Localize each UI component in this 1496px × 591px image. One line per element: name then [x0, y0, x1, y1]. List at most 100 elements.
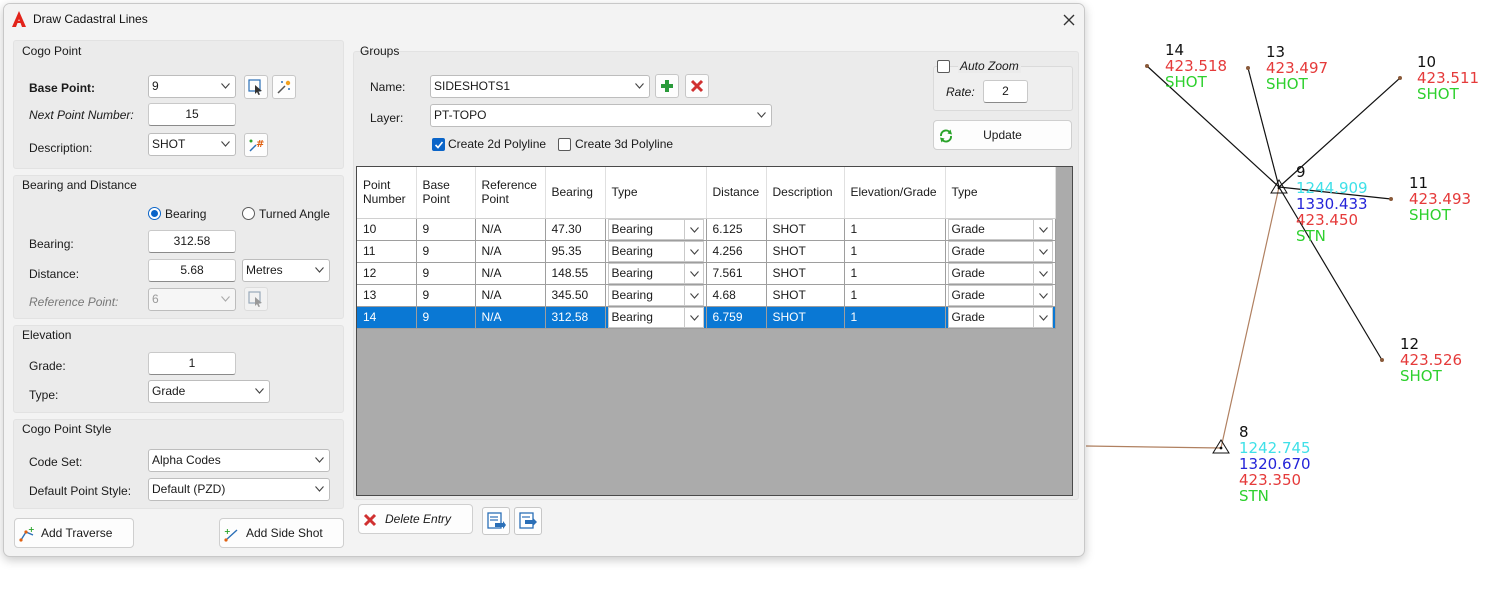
create-2d-polyline-label[interactable]: Create 2d Polyline — [448, 137, 546, 151]
pick-base-point-button[interactable] — [244, 75, 268, 99]
cell-reference-point[interactable]: N/A — [475, 240, 546, 263]
table-row[interactable]: 12 9 N/A 148.55 Bearing 7.561 SHOT 1 Grade — [357, 262, 1056, 285]
close-button[interactable] — [1056, 7, 1082, 33]
distance-field[interactable]: 5.68 — [148, 259, 236, 282]
cell-point-number[interactable]: 11 — [357, 240, 417, 263]
dialog-titlebar[interactable]: Draw Cadastral Lines — [4, 4, 1084, 34]
cell-distance[interactable]: 4.68 — [706, 284, 767, 307]
cell-bearing[interactable]: 148.55 — [545, 262, 606, 285]
cell-base-point[interactable]: 9 — [416, 218, 476, 241]
elevation-type-combo[interactable]: Grade — [947, 240, 1053, 261]
col-header-type[interactable]: Type — [605, 167, 707, 219]
cell-distance[interactable]: 6.759 — [706, 306, 767, 329]
col-header-description[interactable]: Description — [766, 167, 845, 219]
elevation-type-combo[interactable]: Grade — [148, 380, 270, 403]
cell-distance[interactable]: 6.125 — [706, 218, 767, 241]
cell-reference-point[interactable]: N/A — [475, 284, 546, 307]
cell-bearing[interactable]: 47.30 — [545, 218, 606, 241]
elevation-type-combo[interactable]: Grade — [947, 218, 1053, 239]
table-row[interactable]: 11 9 N/A 95.35 Bearing 4.256 SHOT 1 Grade — [357, 240, 1056, 263]
cell-base-point[interactable]: 9 — [416, 284, 476, 307]
cell-type[interactable]: Bearing — [605, 240, 707, 263]
distance-unit-combo[interactable]: Metres — [242, 259, 330, 282]
cell-elevation-type[interactable]: Grade — [945, 306, 1056, 329]
pick-reference-point-button[interactable] — [244, 287, 268, 311]
cell-type[interactable]: Bearing — [605, 306, 707, 329]
table-row[interactable]: 10 9 N/A 47.30 Bearing 6.125 SHOT 1 Grade — [357, 218, 1056, 241]
import-table-button[interactable] — [482, 507, 510, 535]
bearing-radio-label[interactable]: Bearing — [165, 207, 206, 221]
elevation-type-combo[interactable]: Grade — [947, 262, 1053, 283]
reference-point-combo[interactable]: 6 — [148, 288, 236, 311]
cell-point-number[interactable]: 14 — [357, 306, 417, 329]
rate-field[interactable]: 2 — [983, 80, 1028, 103]
cell-reference-point[interactable]: N/A — [475, 306, 546, 329]
add-traverse-button[interactable]: + Add Traverse — [14, 518, 134, 548]
col-header-point-number[interactable]: Point Number — [357, 167, 417, 219]
base-point-combo[interactable]: 9 — [148, 75, 236, 98]
create-3d-polyline-label[interactable]: Create 3d Polyline — [575, 137, 673, 151]
create-point-button[interactable] — [272, 75, 296, 99]
elevation-type-combo[interactable]: Grade — [947, 284, 1053, 305]
cell-elevation-type[interactable]: Grade — [945, 240, 1056, 263]
update-button[interactable]: Update — [933, 120, 1072, 150]
cell-point-number[interactable]: 13 — [357, 284, 417, 307]
point-marker-14[interactable] — [1145, 64, 1149, 68]
next-point-number-field[interactable]: 15 — [148, 103, 236, 126]
cell-type[interactable]: Bearing — [605, 262, 707, 285]
elevation-type-combo[interactable]: Grade — [947, 306, 1053, 327]
table-row[interactable]: 13 9 N/A 345.50 Bearing 4.68 SHOT 1 Grade — [357, 284, 1056, 307]
point-marker-11[interactable] — [1389, 197, 1393, 201]
cell-reference-point[interactable]: N/A — [475, 218, 546, 241]
cell-type[interactable]: Bearing — [605, 284, 707, 307]
point-marker-13[interactable] — [1246, 66, 1250, 70]
cell-distance[interactable]: 4.256 — [706, 240, 767, 263]
col-header-reference-point[interactable]: Reference Point — [475, 167, 546, 219]
col-header-elevation-type[interactable]: Type — [945, 167, 1056, 219]
cell-description[interactable]: SHOT — [766, 240, 845, 263]
cell-type[interactable]: Bearing — [605, 218, 707, 241]
cell-elevation-grade[interactable]: 1 — [844, 262, 946, 285]
type-combo[interactable]: Bearing — [607, 306, 704, 327]
cell-description[interactable]: SHOT — [766, 284, 845, 307]
table-row[interactable]: 14 9 N/A 312.58 Bearing 6.759 SHOT 1 Grade — [357, 306, 1056, 329]
type-combo[interactable]: Bearing — [607, 284, 704, 305]
point-marker-10[interactable] — [1398, 76, 1402, 80]
cell-description[interactable]: SHOT — [766, 262, 845, 285]
delete-group-button[interactable] — [685, 74, 709, 98]
cell-elevation-grade[interactable]: 1 — [844, 284, 946, 307]
cell-point-number[interactable]: 12 — [357, 262, 417, 285]
create-3d-polyline-checkbox[interactable] — [558, 138, 571, 151]
cell-base-point[interactable]: 9 — [416, 262, 476, 285]
create-2d-polyline-checkbox[interactable] — [432, 138, 445, 151]
col-header-distance[interactable]: Distance — [706, 167, 767, 219]
bearing-field[interactable]: 312.58 — [148, 230, 236, 253]
cell-elevation-type[interactable]: Grade — [945, 262, 1056, 285]
export-table-button[interactable] — [514, 507, 542, 535]
add-group-button[interactable] — [655, 74, 679, 98]
cell-bearing[interactable]: 345.50 — [545, 284, 606, 307]
cell-reference-point[interactable]: N/A — [475, 262, 546, 285]
grade-field[interactable]: 1 — [148, 352, 236, 375]
code-set-combo[interactable]: Alpha Codes — [148, 449, 330, 472]
col-header-base-point[interactable]: Base Point — [416, 167, 476, 219]
cell-bearing[interactable]: 95.35 — [545, 240, 606, 263]
description-codes-button[interactable]: # — [244, 133, 268, 157]
cell-distance[interactable]: 7.561 — [706, 262, 767, 285]
col-header-bearing[interactable]: Bearing — [545, 167, 606, 219]
cell-elevation-grade[interactable]: 1 — [844, 306, 946, 329]
type-combo[interactable]: Bearing — [607, 240, 704, 261]
cell-elevation-type[interactable]: Grade — [945, 284, 1056, 307]
turned-angle-radio[interactable] — [242, 207, 255, 220]
side-shot-table[interactable]: Point Number Base Point Reference Point … — [356, 166, 1073, 496]
default-point-style-combo[interactable]: Default (PZD) — [148, 478, 330, 501]
cell-bearing[interactable]: 312.58 — [545, 306, 606, 329]
point-marker-12[interactable] — [1380, 358, 1384, 362]
delete-entry-button[interactable]: Delete Entry — [358, 504, 473, 534]
group-name-combo[interactable]: SIDESHOTS1 — [430, 75, 650, 98]
add-side-shot-button[interactable]: + Add Side Shot — [219, 518, 344, 548]
layer-combo[interactable]: PT-TOPO — [430, 104, 772, 127]
description-combo[interactable]: SHOT — [148, 133, 236, 156]
cell-description[interactable]: SHOT — [766, 306, 845, 329]
turned-angle-radio-label[interactable]: Turned Angle — [259, 207, 330, 221]
